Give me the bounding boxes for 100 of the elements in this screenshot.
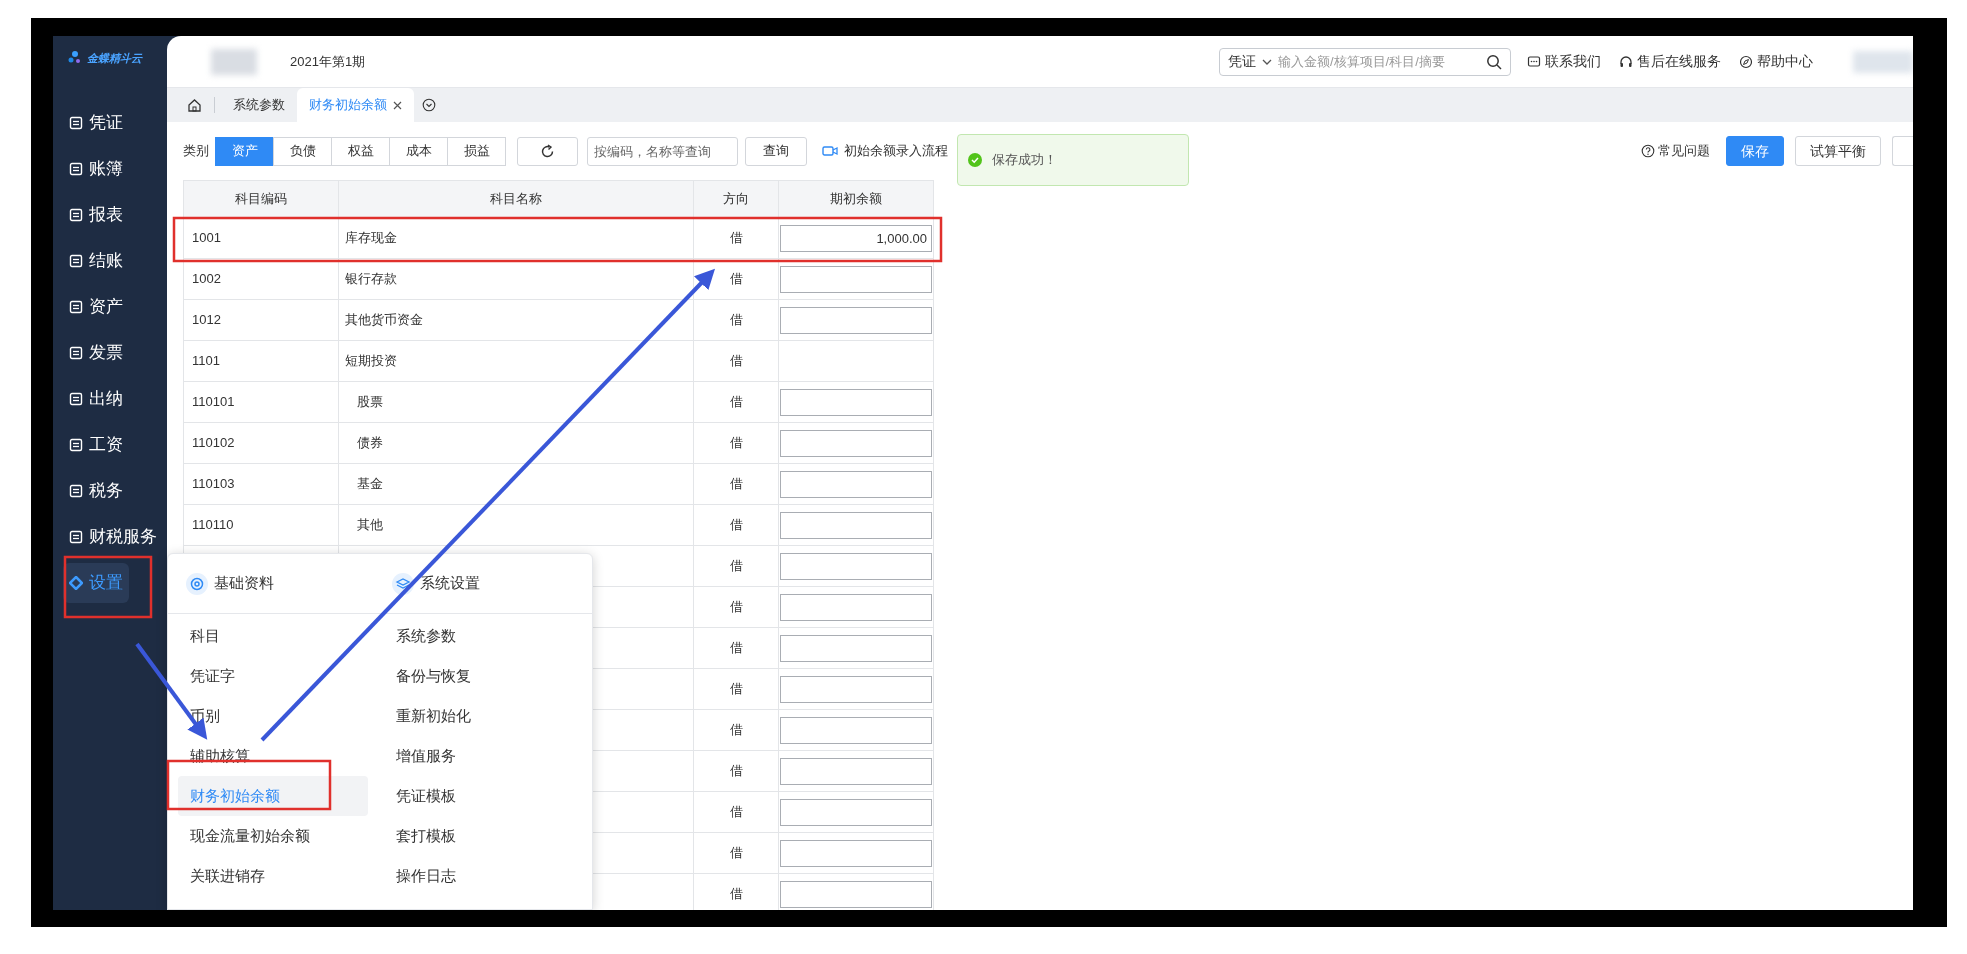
diamond-icon [69,576,83,590]
menu-item[interactable]: 备份与恢复 [384,656,574,696]
close-icon[interactable] [393,100,402,110]
table-cell-text: 股票 [357,393,383,412]
table-cell-text: 借 [729,885,743,904]
list-icon [69,162,83,176]
menu-item[interactable]: 增值服务 [384,736,574,776]
menu-item[interactable]: 系统参数 [384,616,574,656]
category-tab[interactable]: 成本 [389,136,448,166]
menu-item[interactable]: 重新初始化 [384,696,574,736]
home-icon[interactable] [187,97,202,113]
category-tab[interactable]: 负债 [273,136,332,166]
table-cell-text: 1002 [192,270,221,289]
tab[interactable]: 系统参数 [221,88,297,122]
amount-field[interactable] [780,839,932,867]
table-cell-text: 110103 [192,475,235,494]
scope-select[interactable]: 凭证 [1228,51,1272,72]
amount-field[interactable] [780,265,932,293]
amount-field[interactable] [780,552,932,580]
amount-field[interactable] [780,757,932,785]
table-cell-text: 借 [729,680,743,699]
category-tab[interactable]: 权益 [331,136,390,166]
table-cell-text: 借 [729,516,743,535]
header-link[interactable]: 售后在线服务 [1619,51,1721,72]
refresh-button[interactable] [517,136,578,166]
sidebar-item[interactable]: 资产 [63,287,129,327]
header-link[interactable]: 联系我们 [1527,51,1601,72]
table-cell-text: 借 [729,434,743,453]
table-cell-text: 其他 [357,516,383,535]
guide-link[interactable]: 初始余额录入流程 [822,141,948,161]
table-cell-text: 借 [729,803,743,822]
compass-icon [1739,54,1753,69]
blurred-block [1853,50,1913,73]
list-icon [69,254,83,268]
query-button[interactable]: 查询 [745,136,807,166]
sidebar-item[interactable]: 出纳 [63,379,129,419]
amount-field[interactable] [780,798,932,826]
toast-message: 保存成功！ [992,151,1057,170]
refresh-icon [540,143,555,159]
menu-item[interactable]: 套打模板 [384,816,574,856]
amount-field[interactable] [780,880,932,908]
amount-field[interactable] [780,470,932,498]
amount-field[interactable] [780,716,932,744]
amount-field[interactable] [780,306,932,334]
check-circle-icon [968,153,982,167]
sidebar-item[interactable]: 工资 [63,425,129,465]
toolbar-button[interactable] [1892,136,1913,166]
sidebar-item[interactable]: 报表 [63,195,129,235]
list-icon [69,116,83,130]
sidebar-item[interactable]: 凭证 [63,103,129,143]
list-icon [69,530,83,544]
search-bar[interactable]: 凭证 输入金额/核算项目/科目/摘要 [1219,47,1511,76]
toolbar-button[interactable]: 试算平衡 [1795,136,1881,166]
amount-field[interactable] [780,634,932,662]
help-link[interactable]: 常见问题 [1641,141,1710,161]
amount-field[interactable] [780,675,932,703]
table-cell-text: 其他货币资金 [345,311,423,330]
search-input[interactable]: 输入金额/核算项目/科目/摘要 [1278,51,1480,72]
table-cell-text: 借 [729,229,743,248]
table-cell-text: 债券 [357,434,383,453]
search-icon [1486,53,1502,70]
sidebar-item[interactable]: 设置 [63,563,129,603]
chevron-circle-icon[interactable] [422,98,436,112]
sidebar-item[interactable]: 账簿 [63,149,129,189]
table-cell-text: 110102 [192,434,235,453]
search-field[interactable]: 按编码，名称等查询 [587,136,738,166]
table-cell-text: 借 [729,311,743,330]
amount-field[interactable] [780,429,932,457]
category-tab[interactable]: 损益 [447,136,506,166]
amount-field[interactable] [780,593,932,621]
header-link[interactable]: 帮助中心 [1739,51,1813,72]
table-cell-text: 短期投资 [345,352,397,371]
table-cell-text: 基金 [357,475,383,494]
table-cell-text: 1001 [192,229,221,248]
video-icon [822,145,838,157]
amount-field[interactable] [780,388,932,416]
tab[interactable]: 财务初始余额 [297,88,414,122]
list-icon [69,392,83,406]
sidebar-item[interactable]: 财税服务 [63,517,163,557]
sidebar-item[interactable]: 税务 [63,471,129,511]
table-cell-text: 借 [729,762,743,781]
menu-item[interactable]: 科目 [178,616,368,656]
list-icon [69,346,83,360]
menu-item[interactable]: 凭证模板 [384,776,574,816]
table-cell-text: 110101 [192,393,235,412]
menu-item[interactable]: 凭证字 [178,656,368,696]
table-cell-text: 借 [729,270,743,289]
table-cell-text: 借 [729,557,743,576]
sidebar-item[interactable]: 发票 [63,333,129,373]
layers-icon [392,572,414,595]
sidebar-item[interactable]: 结账 [63,241,129,281]
amount-field[interactable] [780,511,932,539]
table-cell-text: 借 [729,639,743,658]
menu-item[interactable]: 关联进销存 [178,856,368,896]
amount-field[interactable]: 1,000.00 [780,224,932,252]
list-icon [69,484,83,498]
list-icon [69,208,83,222]
menu-item[interactable]: 现金流量初始余额 [178,816,368,856]
table-cell-text: 银行存款 [345,270,397,289]
menu-item[interactable]: 操作日志 [384,856,574,896]
